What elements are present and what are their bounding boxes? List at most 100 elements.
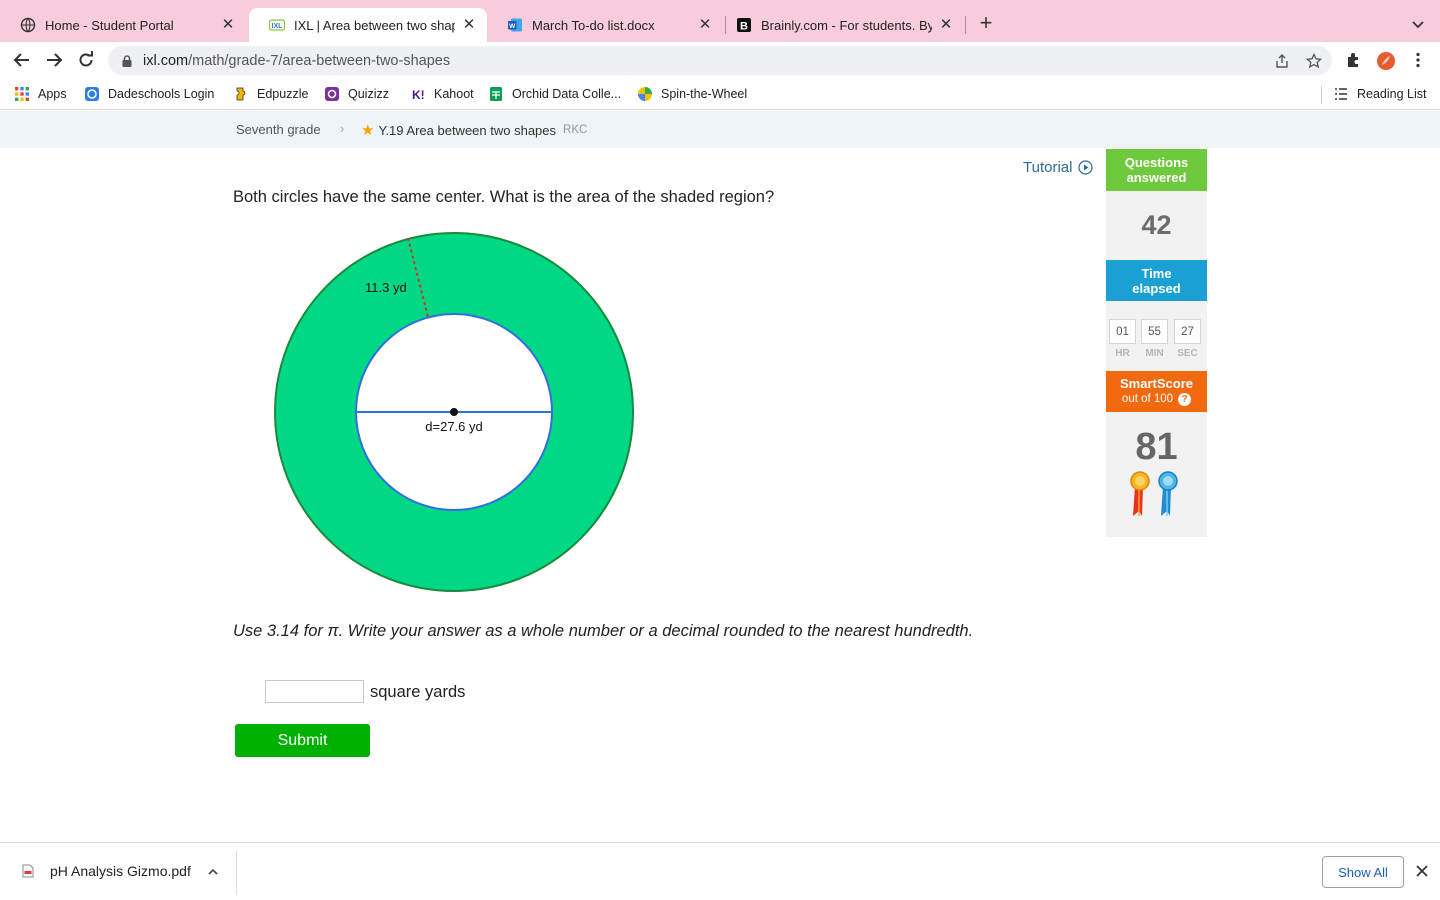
smartscore-display: 81 [1106,412,1207,537]
medals [1129,470,1185,523]
seconds-unit: SEC [1177,348,1198,359]
chevron-up-icon[interactable] [206,865,220,879]
tutorial-label: Tutorial [1023,159,1073,176]
profile-avatar-icon[interactable] [1376,51,1395,70]
smartscore-header: SmartScore out of 100 ? [1106,371,1207,412]
tab-student-portal[interactable]: Home - Student Portal ✕ [0,8,246,42]
reading-list-button[interactable]: Reading List [1333,85,1427,103]
bookmark-spin-the-wheel[interactable]: Spin-the-Wheel [637,85,747,103]
bookmark-label: Edpuzzle [257,87,309,101]
bookmark-label: Kahoot [434,87,474,101]
wheel-icon [637,86,653,102]
tab-divider [965,16,966,34]
tab-label: March To-do list.docx [532,17,655,33]
tab-label: Brainly.com - For students. By [761,17,932,33]
star-bookmark-icon[interactable] [1305,52,1323,69]
url-host: ixl.com [143,52,189,69]
tab-label: Home - Student Portal [45,17,174,33]
svg-text:K!: K! [412,88,425,102]
tab-brainly[interactable]: B Brainly.com - For students. By ✕ [716,8,964,42]
questions-answered-count: 42 [1106,191,1207,260]
browser-toolbar: ixl.com/math/grade-7/area-between-two-sh… [0,42,1440,78]
breadcrumb: Seventh grade › ★ Y.19 Area between two … [0,111,1440,148]
questions-answered-header: Questions answered [1106,149,1207,191]
tab-label: IXL | Area between two shapes [294,17,455,33]
smartscore-sub-label: out of 100 [1121,393,1174,405]
bookmark-label: Quizizz [348,87,389,101]
extensions-puzzle-icon[interactable] [1345,51,1363,69]
diameter-label: d=27.6 yd [425,419,482,434]
ring-width-label: 11.3 yd [365,280,407,295]
close-icon[interactable]: ✕ [697,17,713,33]
breadcrumb-grade-link[interactable]: Seventh grade [236,122,321,137]
show-all-button[interactable]: Show All [1322,856,1404,888]
bookmarks-divider [1321,86,1322,104]
bookmark-dadeschools[interactable]: Dadeschools Login [84,85,214,103]
play-circle-icon [1078,160,1094,175]
reload-icon[interactable] [76,50,96,70]
forward-arrow-icon[interactable] [44,50,64,70]
breadcrumb-skill: ★ Y.19 Area between two shapes RKC [361,121,587,139]
bookmark-label: Dadeschools Login [108,87,215,101]
minutes-unit: MIN [1145,348,1164,359]
tutorial-link[interactable]: Tutorial [1023,159,1094,176]
time-seconds: 27 [1174,319,1201,344]
bookmark-quizizz[interactable]: Quizizz [324,85,389,103]
share-icon[interactable] [1274,53,1290,69]
hours-unit: HR [1115,348,1130,359]
edpuzzle-icon [233,86,249,102]
new-tab-button[interactable]: + [976,12,996,34]
tab-word-doc[interactable]: W March To-do list.docx ✕ [487,8,723,42]
brainly-icon: B [736,17,752,33]
bookmark-orchid-data[interactable]: Orchid Data Colle... [488,85,621,103]
answer-input[interactable] [265,680,364,703]
close-icon[interactable]: ✕ [220,17,236,33]
dadeschools-icon [84,86,100,102]
pdf-file-icon [22,864,34,878]
download-filename: pH Analysis Gizmo.pdf [50,863,191,879]
question-text: Both circles have the same center. What … [233,188,775,206]
svg-text:B: B [740,21,748,33]
download-divider [236,851,237,895]
quizizz-icon [324,86,340,102]
globe-icon [20,17,36,33]
ixl-icon: IXL [269,17,285,33]
smartscore-label: SmartScore [1120,376,1193,391]
submit-button[interactable]: Submit [235,724,370,757]
kebab-menu-icon[interactable] [1409,51,1427,69]
close-icon[interactable]: ✕ [938,17,954,33]
apps-grid-icon [14,86,30,102]
time-hours: 01 [1109,319,1136,344]
elapsed-label: elapsed [1132,280,1181,296]
address-bar[interactable]: ixl.com/math/grade-7/area-between-two-sh… [108,46,1332,75]
bookmark-kahoot[interactable]: K! Kahoot [410,85,474,103]
help-icon[interactable]: ? [1178,393,1192,406]
smartscore-sub: out of 100 ? [1121,392,1192,407]
questions-label: Questions [1124,155,1189,170]
answered-label: answered [1126,170,1187,185]
tab-search-chevron-icon[interactable] [1408,14,1428,34]
bookmark-label: Orchid Data Colle... [512,87,622,101]
bookmark-apps[interactable]: Apps [14,85,67,103]
skill-code: RKC [563,124,588,136]
bookmark-edpuzzle[interactable]: Edpuzzle [233,85,308,103]
download-item[interactable]: pH Analysis Gizmo.pdf [22,863,191,879]
lock-icon[interactable] [120,54,134,68]
reading-list-icon [1333,86,1349,102]
tab-ixl-area[interactable]: IXL IXL | Area between two shapes ✕ [249,8,487,42]
answer-unit-label: square yards [370,683,466,701]
time-elapsed-header: Time elapsed [1106,260,1207,301]
gold-medal-icon [1130,471,1150,516]
blue-medal-icon [1158,471,1178,516]
time-minutes: 55 [1141,319,1168,344]
bookmarks-bar: Apps Dadeschools Login Edpuzzle Quizizz … [0,78,1440,110]
close-icon[interactable]: ✕ [461,17,477,33]
sheets-icon [488,86,504,102]
smartscore-value: 81 [1135,426,1178,468]
svg-text:IXL: IXL [272,23,284,30]
tab-strip: Home - Student Portal ✕ IXL IXL | Area b… [0,0,1440,42]
back-arrow-icon[interactable] [12,50,32,70]
bookmark-label: Spin-the-Wheel [661,87,748,101]
close-icon[interactable] [1414,863,1430,879]
time-label: Time [1141,265,1172,281]
